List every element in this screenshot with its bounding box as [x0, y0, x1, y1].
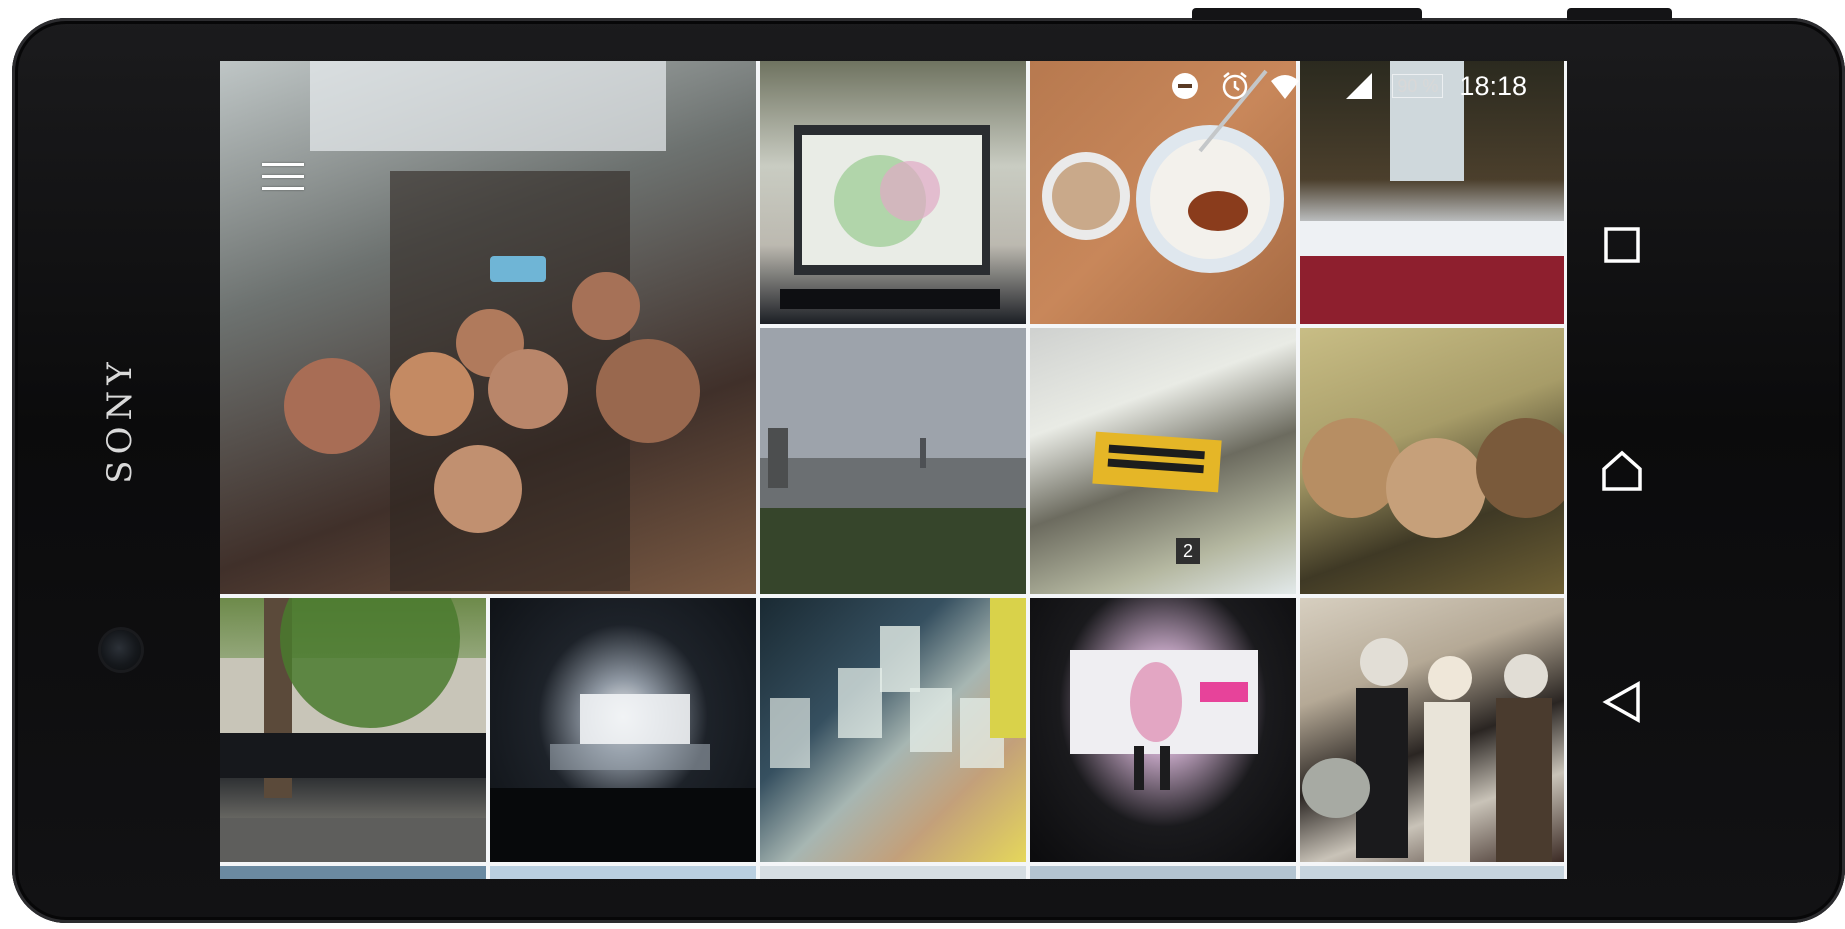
- battery-indicator: 90 %: [1392, 74, 1444, 98]
- photo-art: [1302, 418, 1564, 538]
- photo-three-friends[interactable]: [1300, 328, 1564, 594]
- photo-art: [780, 125, 1000, 309]
- photo-train-platform[interactable]: 2: [1030, 328, 1296, 594]
- menu-button[interactable]: [262, 161, 304, 193]
- photo-art: [760, 328, 1026, 594]
- recents-button[interactable]: [1600, 223, 1644, 267]
- back-button[interactable]: [1600, 680, 1644, 724]
- recents-icon: [1604, 227, 1640, 263]
- photo-art: [1302, 638, 1552, 862]
- home-icon: [1602, 450, 1642, 491]
- photo-art: [1070, 650, 1258, 790]
- alarm-icon: [1218, 69, 1252, 103]
- photo-partial[interactable]: [220, 866, 486, 879]
- photo-partial[interactable]: [1300, 866, 1564, 879]
- photo-fringe-screening[interactable]: [1030, 598, 1296, 862]
- do-not-disturb-icon: [1168, 69, 1202, 103]
- photo-partial[interactable]: [490, 866, 756, 879]
- photo-partial[interactable]: [760, 866, 1026, 879]
- svg-text:2: 2: [1183, 541, 1193, 561]
- photo-office-monitor[interactable]: [760, 61, 1026, 324]
- photo-partial[interactable]: [1030, 866, 1296, 879]
- photo-crowd-tree[interactable]: [220, 598, 486, 862]
- signal-icon: [1342, 69, 1376, 103]
- screen: 2 90 % 18:18: [220, 61, 1567, 879]
- brand-logo: SONY: [100, 356, 140, 484]
- photo-costume-party[interactable]: [1300, 598, 1564, 862]
- power-button: [1567, 8, 1672, 20]
- photo-art: [490, 694, 756, 862]
- back-icon: [1602, 681, 1640, 723]
- front-camera: [101, 630, 141, 670]
- photo-art: [220, 598, 486, 862]
- status-time: 18:18: [1459, 70, 1527, 101]
- photo-glasses-toast[interactable]: [760, 598, 1026, 862]
- photo-friends-elevator[interactable]: [220, 61, 756, 594]
- photo-art: 2: [1092, 431, 1222, 564]
- photo-concert-stage[interactable]: [490, 598, 756, 862]
- photo-art: [284, 61, 700, 591]
- volume-button: [1192, 8, 1422, 20]
- photo-city-skyline[interactable]: [760, 328, 1026, 594]
- wifi-icon: [1268, 69, 1302, 103]
- photo-art: [770, 598, 1026, 768]
- status-bar: 90 % 18:18: [1168, 61, 1567, 111]
- home-button[interactable]: [1600, 449, 1644, 493]
